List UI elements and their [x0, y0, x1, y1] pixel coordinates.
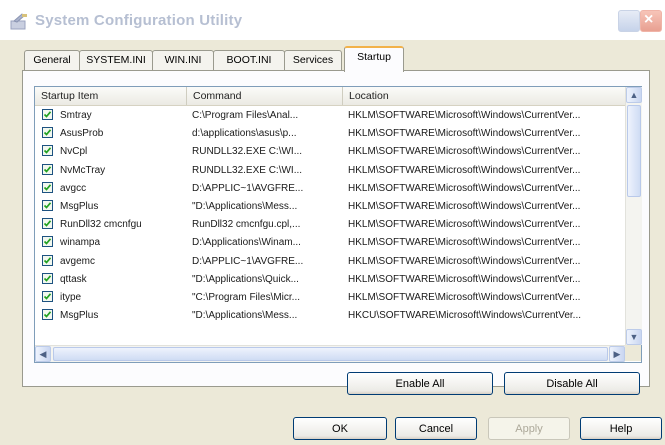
checkbox-checked-icon[interactable] — [42, 309, 53, 321]
table-row[interactable]: itype "C:\Program Files\Micr... HKLM\SOFTW… — [35, 289, 625, 307]
startup-item-name: NvMcTray — [60, 164, 106, 176]
table-row[interactable]: MsgPlus "D:\Applications\Mess... HKCU\SOFT… — [35, 307, 625, 325]
startup-item-command: d:\applications\asus\p... — [192, 128, 297, 140]
checkbox-checked-icon[interactable] — [42, 181, 53, 193]
table-row[interactable]: winampa D:\Applications\Winam... HKLM\SOFT… — [35, 234, 625, 252]
column-header-location[interactable]: Location — [343, 87, 625, 105]
tab-system-ini[interactable]: SYSTEM.INI — [79, 50, 153, 70]
apply-button[interactable]: Apply — [488, 417, 570, 440]
horizontal-scroll-thumb[interactable] — [53, 347, 608, 361]
tab-startup[interactable]: Startup — [344, 46, 404, 72]
table-row[interactable]: RunDll32 cmcnfgu RunDll32 cmcnfgu.cpl,...… — [35, 216, 625, 234]
tab-win-ini[interactable]: WIN.INI — [152, 50, 214, 70]
startup-item-command: "D:\Applications\Quick... — [192, 273, 299, 285]
startup-item-location: HKLM\SOFTWARE\Microsoft\Windows\CurrentV… — [348, 219, 581, 231]
checkbox-checked-icon[interactable] — [42, 200, 53, 211]
checkbox-checked-icon[interactable] — [42, 163, 53, 175]
startup-item-name: AsusProb — [60, 128, 104, 140]
table-row[interactable]: avgemc D:\APPLIC~1\AVGFRE... HKLM\SOFTWARE… — [35, 253, 625, 271]
close-icon[interactable]: × — [640, 10, 662, 32]
table-row[interactable]: MsgPlus "D:\Applications\Mess... HKLM\SOFT… — [35, 198, 625, 216]
table-row[interactable]: NvCpl RUNDLL32.EXE C:\WI... HKLM\SOFTWARE\… — [35, 143, 625, 161]
startup-item-name: itype — [60, 292, 82, 303]
ok-button[interactable]: OK — [293, 417, 387, 440]
scroll-up-arrow-icon[interactable]: ▲ — [626, 87, 642, 103]
checkbox-checked-icon[interactable] — [42, 109, 53, 120]
startup-item-location: HKLM\SOFTWARE\Microsoft\Windows\CurrentV… — [348, 146, 581, 158]
startup-item-location: HKLM\SOFTWARE\Microsoft\Windows\CurrentV… — [348, 292, 581, 303]
startup-item-location: HKLM\SOFTWARE\Microsoft\Windows\CurrentV… — [348, 201, 581, 212]
startup-item-command: "D:\Applications\Mess... — [192, 201, 298, 212]
vertical-scrollbar[interactable]: ▲ ▼ — [625, 87, 642, 345]
startup-item-location: HKLM\SOFTWARE\Microsoft\Windows\CurrentV… — [348, 164, 581, 176]
startup-item-name: MsgPlus — [60, 201, 99, 212]
startup-item-name: NvCpl — [60, 146, 88, 158]
startup-item-location: HKLM\SOFTWARE\Microsoft\Windows\CurrentV… — [348, 128, 581, 140]
startup-item-location: HKCU\SOFTWARE\Microsoft\Windows\CurrentV… — [348, 310, 582, 322]
table-row[interactable]: qttask "D:\Applications\Quick... HKLM\SOFT… — [35, 271, 625, 289]
startup-item-location: HKLM\SOFTWARE\Microsoft\Windows\CurrentV… — [348, 255, 581, 267]
help-button[interactable]: Help — [580, 417, 662, 440]
horizontal-scrollbar[interactable]: ◀ ▶ — [35, 345, 625, 362]
table-row[interactable]: AsusProb d:\applications\asus\p... HKLM\SO… — [35, 125, 625, 143]
startup-item-location: HKLM\SOFTWARE\Microsoft\Windows\CurrentV… — [348, 273, 581, 285]
scroll-left-arrow-icon[interactable]: ◀ — [35, 346, 51, 362]
table-row[interactable]: avgcc D:\APPLIC~1\AVGFRE... HKLM\SOFTWARE\… — [35, 180, 625, 198]
checkbox-checked-icon[interactable] — [42, 254, 53, 266]
scroll-down-arrow-icon[interactable]: ▼ — [626, 329, 642, 345]
checkbox-checked-icon[interactable] — [42, 272, 53, 284]
startup-item-name: qttask — [60, 273, 87, 285]
startup-item-name: winampa — [60, 237, 101, 249]
vertical-scroll-thumb[interactable] — [627, 105, 641, 197]
checkbox-checked-icon[interactable] — [42, 236, 53, 248]
startup-item-name: MsgPlus — [60, 310, 99, 322]
startup-item-command: RUNDLL32.EXE C:\WI... — [192, 164, 303, 176]
column-header-startup-item[interactable]: Startup Item — [35, 87, 187, 105]
startup-item-command: "D:\Applications\Mess... — [192, 310, 298, 322]
startup-item-command: D:\APPLIC~1\AVGFRE... — [192, 255, 304, 267]
tab-general[interactable]: General — [24, 50, 80, 70]
startup-item-command: RUNDLL32.EXE C:\WI... — [192, 146, 303, 158]
startup-item-name: RunDll32 cmcnfgu — [60, 219, 142, 231]
startup-item-location: HKLM\SOFTWARE\Microsoft\Windows\CurrentV… — [348, 237, 581, 249]
system-config-icon — [10, 13, 27, 30]
table-row[interactable]: NvMcTray RUNDLL32.EXE C:\WI... HKLM\SOFTWA… — [35, 162, 625, 180]
startup-item-name: Smtray — [60, 110, 92, 121]
checkbox-checked-icon[interactable] — [42, 291, 53, 302]
startup-item-command: D:\APPLIC~1\AVGFRE... — [192, 182, 304, 194]
window-title: System Configuration Utility — [35, 12, 243, 29]
checkbox-checked-icon[interactable] — [42, 145, 53, 157]
table-row[interactable]: Smtray C:\Program Files\Anal... HKLM\SOFTW… — [35, 107, 625, 125]
startup-item-command: C:\Program Files\Anal... — [192, 110, 299, 121]
startup-item-location: HKLM\SOFTWARE\Microsoft\Windows\CurrentV… — [348, 182, 581, 194]
scroll-right-arrow-icon[interactable]: ▶ — [609, 346, 625, 362]
enable-all-button[interactable]: Enable All — [347, 372, 493, 395]
cancel-button[interactable]: Cancel — [395, 417, 477, 440]
startup-item-command: RunDll32 cmcnfgu.cpl,... — [192, 219, 301, 231]
column-header-command[interactable]: Command — [187, 87, 343, 105]
title-bar[interactable]: System Configuration Utility × — [0, 0, 665, 40]
list-header: Startup Item Command Location — [35, 87, 625, 106]
startup-item-command: D:\Applications\Winam... — [192, 237, 301, 249]
startup-item-name: avgemc — [60, 255, 96, 267]
startup-item-location: HKLM\SOFTWARE\Microsoft\Windows\CurrentV… — [348, 110, 581, 121]
startup-item-name: avgcc — [60, 182, 87, 194]
startup-items-list[interactable]: Startup Item Command Location Smtray C:\P… — [34, 86, 642, 363]
system-configuration-window: System Configuration Utility × General S… — [0, 0, 665, 445]
tab-services[interactable]: Services — [284, 50, 342, 70]
checkbox-checked-icon[interactable] — [42, 218, 53, 230]
startup-item-command: "C:\Program Files\Micr... — [192, 292, 301, 303]
help-icon[interactable] — [618, 10, 640, 32]
disable-all-button[interactable]: Disable All — [504, 372, 640, 395]
tab-boot-ini[interactable]: BOOT.INI — [213, 50, 285, 70]
scrollbar-corner — [625, 345, 641, 361]
list-rows: Smtray C:\Program Files\Anal... HKLM\SOFTW… — [35, 107, 625, 345]
checkbox-checked-icon[interactable] — [42, 127, 53, 139]
